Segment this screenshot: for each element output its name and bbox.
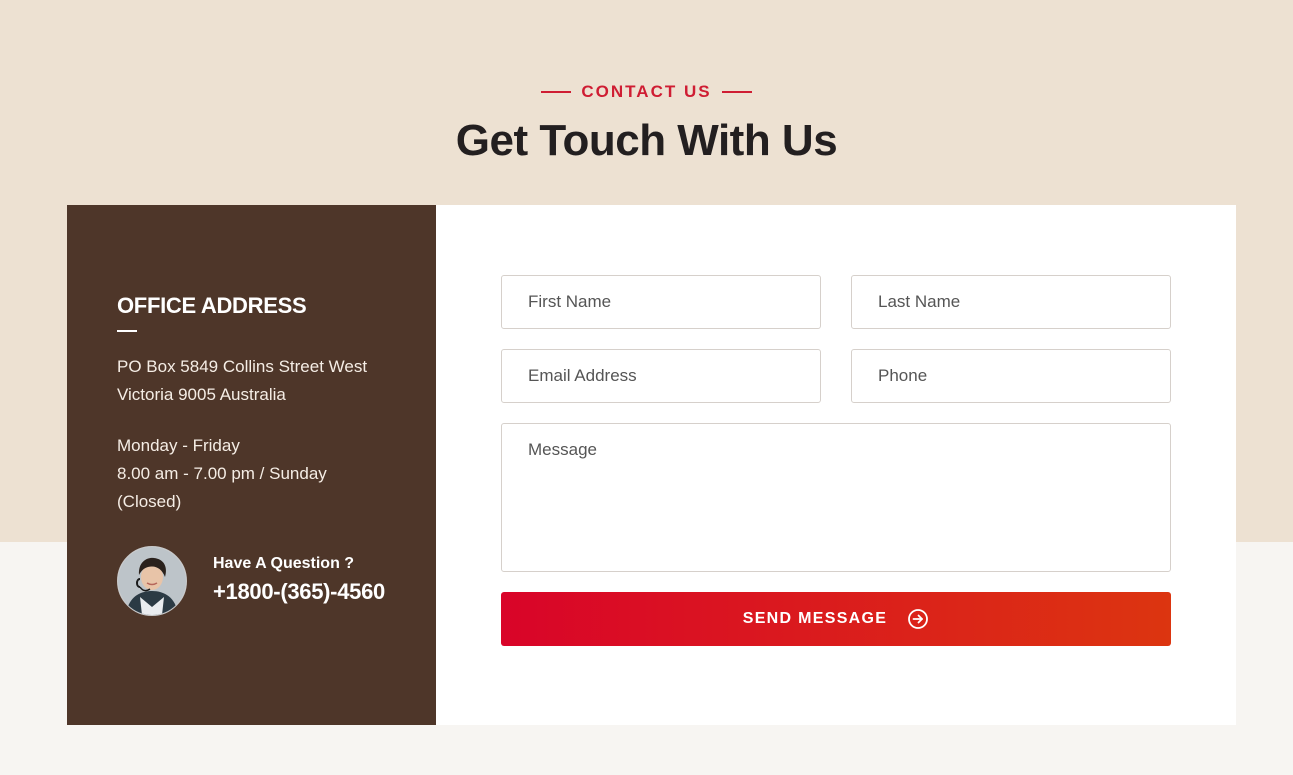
hours-line-2: 8.00 am - 7.00 pm / Sunday (117, 464, 327, 483)
arrow-right-circle-icon (907, 608, 929, 630)
page-title: Get Touch With Us (455, 116, 838, 165)
eyebrow-label: CONTACT US (581, 82, 712, 101)
eyebrow-line-right (721, 91, 752, 93)
phone-number[interactable]: +1800-(365)-4560 (213, 579, 385, 605)
support-agent-avatar-icon (118, 547, 186, 615)
office-info-panel: OFFICE ADDRESS PO Box 5849 Collins Stree… (67, 205, 436, 725)
email-input[interactable] (501, 349, 821, 403)
send-message-button[interactable]: SEND MESSAGE (501, 592, 1171, 646)
eyebrow-line-left (541, 91, 572, 93)
office-hours: Monday - Friday 8.00 am - 7.00 pm / Sund… (117, 432, 377, 516)
address-line-2: Victoria 9005 Australia (117, 385, 286, 404)
first-name-input[interactable] (501, 275, 821, 329)
support-agent-avatar (117, 546, 187, 616)
office-address-heading: OFFICE ADDRESS (117, 293, 307, 318)
contact-card: OFFICE ADDRESS PO Box 5849 Collins Stree… (67, 205, 1236, 725)
address-line-1: PO Box 5849 Collins Street West (117, 357, 368, 376)
phone-input[interactable] (851, 349, 1171, 403)
office-address: PO Box 5849 Collins Street West Victoria… (117, 353, 367, 409)
last-name-input[interactable] (851, 275, 1171, 329)
eyebrow: CONTACT US (541, 82, 752, 102)
hours-line-1: Monday - Friday (117, 436, 240, 455)
hours-line-3: (Closed) (117, 492, 182, 511)
question-label: Have A Question ? (213, 555, 355, 572)
section-header: CONTACT US Get Touch With Us (0, 80, 1293, 166)
heading-underline (117, 330, 137, 332)
send-message-label: SEND MESSAGE (742, 610, 888, 627)
message-textarea[interactable] (501, 423, 1171, 572)
